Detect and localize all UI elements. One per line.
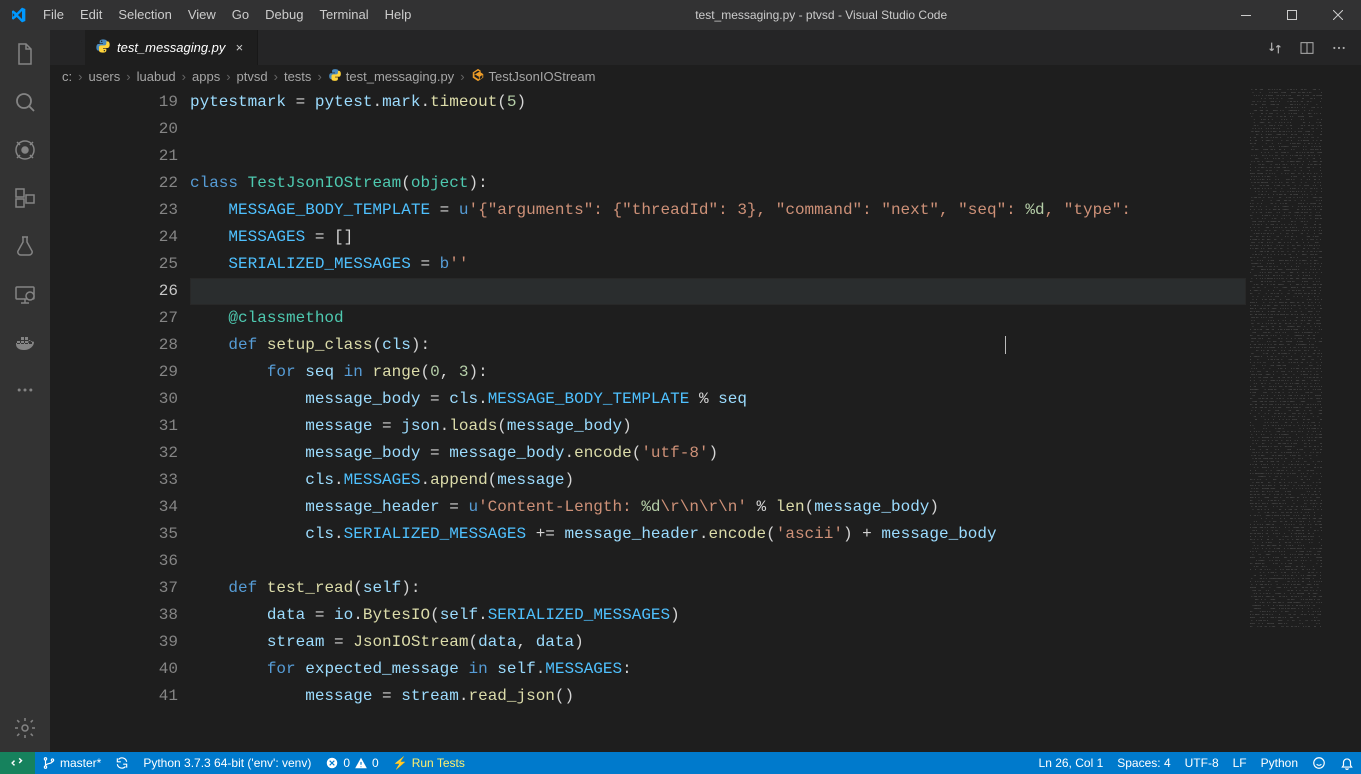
remote-indicator[interactable]: [0, 752, 35, 774]
main-menu: File Edit Selection View Go Debug Termin…: [35, 0, 419, 30]
run-tests-button[interactable]: ⚡ Run Tests: [386, 752, 472, 774]
editor-area: test_messaging.py × c:› users› luabud› a…: [50, 30, 1361, 752]
branch-name: master*: [60, 756, 101, 770]
error-count: 0: [343, 756, 350, 770]
editor-tab[interactable]: test_messaging.py ×: [85, 30, 258, 65]
line-number-gutter: 1920212223242526272829303132333435363738…: [50, 87, 190, 752]
bolt-icon: ⚡: [393, 756, 408, 770]
run-tests-label: Run Tests: [412, 756, 465, 770]
minimap[interactable]: ▪ ▪▪ ▪▪▪ ▪▪ ▪ ▪ ▪ ▪▪ ▪ ▪▪ ▪ ▪ ▪▪ ▪▪ ▪▪▪ …: [1246, 87, 1361, 752]
tab-label: test_messaging.py: [117, 40, 225, 55]
tab-close-icon[interactable]: ×: [231, 40, 247, 55]
cursor-position[interactable]: Ln 26, Col 1: [1032, 752, 1111, 774]
more-actions-icon[interactable]: [1327, 36, 1351, 60]
python-file-icon: [95, 38, 111, 57]
python-file-icon: [328, 68, 342, 85]
menu-selection[interactable]: Selection: [110, 0, 179, 30]
menu-go[interactable]: Go: [224, 0, 257, 30]
menu-view[interactable]: View: [180, 0, 224, 30]
search-icon[interactable]: [0, 78, 50, 126]
breadcrumb-item[interactable]: ptvsd: [237, 69, 268, 84]
close-button[interactable]: [1315, 0, 1361, 30]
docker-icon[interactable]: [0, 318, 50, 366]
vscode-logo-icon: [0, 7, 35, 23]
status-bar: master* Python 3.7.3 64-bit ('env': venv…: [0, 752, 1361, 774]
extensions-icon[interactable]: [0, 174, 50, 222]
problems-indicator[interactable]: 0 0: [318, 752, 385, 774]
code-editor[interactable]: 1920212223242526272829303132333435363738…: [50, 87, 1361, 752]
maximize-button[interactable]: [1269, 0, 1315, 30]
notifications-icon[interactable]: [1333, 752, 1361, 774]
minimize-button[interactable]: [1223, 0, 1269, 30]
more-icon[interactable]: [0, 366, 50, 414]
activity-bar: [0, 30, 50, 752]
split-editor-icon[interactable]: [1295, 36, 1319, 60]
eol[interactable]: LF: [1226, 752, 1254, 774]
feedback-icon[interactable]: [1305, 752, 1333, 774]
breadcrumb-item[interactable]: tests: [284, 69, 311, 84]
sync-button[interactable]: [108, 752, 136, 774]
titlebar: File Edit Selection View Go Debug Termin…: [0, 0, 1361, 30]
compare-changes-icon[interactable]: [1263, 36, 1287, 60]
encoding[interactable]: UTF-8: [1178, 752, 1226, 774]
breadcrumb-item[interactable]: apps: [192, 69, 220, 84]
remote-explorer-icon[interactable]: [0, 270, 50, 318]
text-cursor: [1005, 336, 1006, 354]
menu-debug[interactable]: Debug: [257, 0, 311, 30]
explorer-icon[interactable]: [0, 30, 50, 78]
git-branch[interactable]: master*: [35, 752, 108, 774]
breadcrumb-item[interactable]: TestJsonIOStream: [489, 69, 596, 84]
menu-file[interactable]: File: [35, 0, 72, 30]
python-interpreter[interactable]: Python 3.7.3 64-bit ('env': venv): [136, 752, 318, 774]
editor-tabs: test_messaging.py ×: [50, 30, 1361, 65]
settings-icon[interactable]: [0, 704, 50, 752]
breadcrumb-item[interactable]: users: [88, 69, 120, 84]
code-content[interactable]: pytestmark = pytest.mark.timeout(5) clas…: [190, 87, 1246, 710]
menu-edit[interactable]: Edit: [72, 0, 110, 30]
indentation[interactable]: Spaces: 4: [1110, 752, 1177, 774]
window-controls: [1223, 0, 1361, 30]
breadcrumb-item[interactable]: test_messaging.py: [346, 69, 454, 84]
warning-count: 0: [372, 756, 379, 770]
class-symbol-icon: [471, 68, 485, 85]
window-title: test_messaging.py - ptvsd - Visual Studi…: [419, 8, 1223, 22]
breadcrumb-item[interactable]: c:: [62, 69, 72, 84]
current-line-highlight: [190, 278, 1246, 305]
testing-icon[interactable]: [0, 222, 50, 270]
menu-help[interactable]: Help: [377, 0, 420, 30]
breadcrumbs[interactable]: c:› users› luabud› apps› ptvsd› tests› t…: [50, 65, 1361, 87]
breadcrumb-item[interactable]: luabud: [137, 69, 176, 84]
menu-terminal[interactable]: Terminal: [311, 0, 376, 30]
language-mode[interactable]: Python: [1254, 752, 1305, 774]
debug-icon[interactable]: [0, 126, 50, 174]
